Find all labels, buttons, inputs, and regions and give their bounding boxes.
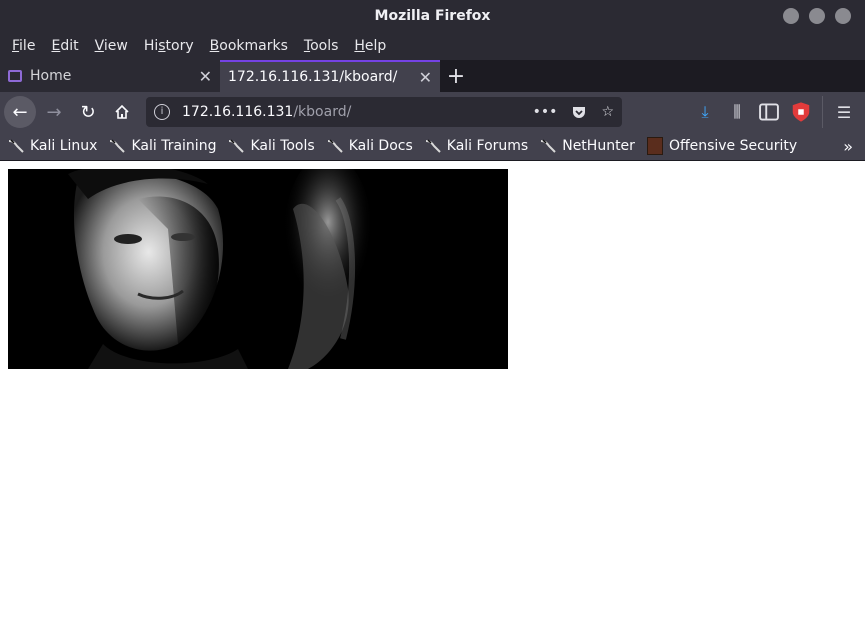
arrow-right-icon: → — [46, 101, 62, 123]
home-icon — [115, 104, 129, 119]
url-actions: ••• ☆ — [533, 104, 614, 120]
close-window-button[interactable] — [835, 8, 851, 24]
window-controls — [783, 8, 851, 24]
shield-icon[interactable] — [790, 101, 812, 123]
arrow-left-icon: ← — [12, 101, 28, 123]
minimize-button[interactable] — [783, 8, 799, 24]
portrait-image — [8, 169, 508, 369]
menu-file[interactable]: File — [4, 38, 43, 54]
url-bar[interactable]: i 172.16.116.131/kboard/ ••• ☆ — [146, 97, 622, 127]
url-text[interactable]: 172.16.116.131/kboard/ — [182, 104, 351, 120]
library-icon[interactable]: ⫼ — [726, 101, 748, 123]
toolbar-right: ⤓ ⫼ ☰ — [694, 96, 861, 128]
maximize-button[interactable] — [809, 8, 825, 24]
offensive-security-icon — [646, 137, 663, 155]
kali-dragon-icon — [228, 139, 245, 153]
window-title: Mozilla Firefox — [374, 8, 491, 24]
kali-dragon-icon — [109, 139, 126, 153]
reload-icon: ↻ — [80, 101, 96, 123]
kali-dragon-icon — [425, 139, 441, 153]
reload-button[interactable]: ↻ — [72, 96, 104, 128]
window-titlebar: Mozilla Firefox — [0, 0, 865, 32]
bookmarks-toolbar: Kali Linux Kali Training Kali Tools Kali… — [0, 132, 865, 161]
close-tab-icon[interactable]: ✕ — [199, 67, 212, 86]
tab-home[interactable]: Home ✕ — [0, 60, 220, 92]
header-photo — [8, 169, 508, 369]
tab-label: Home — [30, 68, 72, 84]
url-host: 172.16.116.131 — [182, 104, 294, 120]
sidebar-icon[interactable] — [758, 101, 780, 123]
info-icon[interactable]: i — [154, 104, 170, 120]
downloads-icon[interactable]: ⤓ — [694, 101, 716, 123]
menu-bar: File Edit View History Bookmarks Tools H… — [0, 32, 865, 60]
bookmark-nethunter[interactable]: NetHunter — [540, 138, 635, 154]
tab-label: 172.16.116.131/kboard/ — [228, 69, 398, 85]
bookmark-kali-forums[interactable]: Kali Forums — [425, 138, 528, 154]
kali-dragon-icon — [327, 139, 343, 153]
hamburger-menu-icon[interactable]: ☰ — [833, 101, 855, 123]
bookmark-kali-training[interactable]: Kali Training — [109, 138, 216, 154]
tab-bar: Home ✕ 172.16.116.131/kboard/ ✕ + — [0, 60, 865, 92]
new-tab-button[interactable]: + — [440, 60, 472, 92]
navigation-toolbar: ← → ↻ i 172.16.116.131/kboard/ ••• ☆ ⤓ ⫼… — [0, 92, 865, 132]
menu-help[interactable]: Help — [346, 38, 394, 54]
home-button[interactable] — [106, 96, 138, 128]
star-icon[interactable]: ☆ — [601, 104, 614, 120]
tab-kboard[interactable]: 172.16.116.131/kboard/ ✕ — [220, 60, 440, 92]
kali-dragon-icon — [8, 139, 24, 153]
menu-edit[interactable]: Edit — [43, 38, 86, 54]
bookmark-offensive-security[interactable]: Offensive Security — [646, 137, 797, 155]
home-tab-favicon-icon — [8, 70, 22, 82]
bookmark-kali-linux[interactable]: Kali Linux — [8, 138, 97, 154]
menu-tools[interactable]: Tools — [296, 38, 347, 54]
menu-bookmarks[interactable]: Bookmarks — [202, 38, 296, 54]
close-tab-icon[interactable]: ✕ — [419, 68, 432, 87]
pocket-icon[interactable] — [571, 104, 587, 120]
bookmark-kali-tools[interactable]: Kali Tools — [228, 138, 315, 154]
forward-button[interactable]: → — [38, 96, 70, 128]
plus-icon: + — [446, 63, 466, 89]
toolbar-separator — [822, 96, 823, 128]
url-path: /kboard/ — [293, 104, 352, 120]
kali-dragon-icon — [540, 139, 556, 153]
back-button[interactable]: ← — [4, 96, 36, 128]
page-actions-icon[interactable]: ••• — [533, 104, 558, 120]
menu-view[interactable]: View — [87, 38, 136, 54]
bookmark-kali-docs[interactable]: Kali Docs — [327, 138, 413, 154]
chevron-right-icon[interactable]: » — [843, 137, 853, 156]
page-content — [0, 161, 865, 640]
menu-history[interactable]: History — [136, 38, 202, 54]
